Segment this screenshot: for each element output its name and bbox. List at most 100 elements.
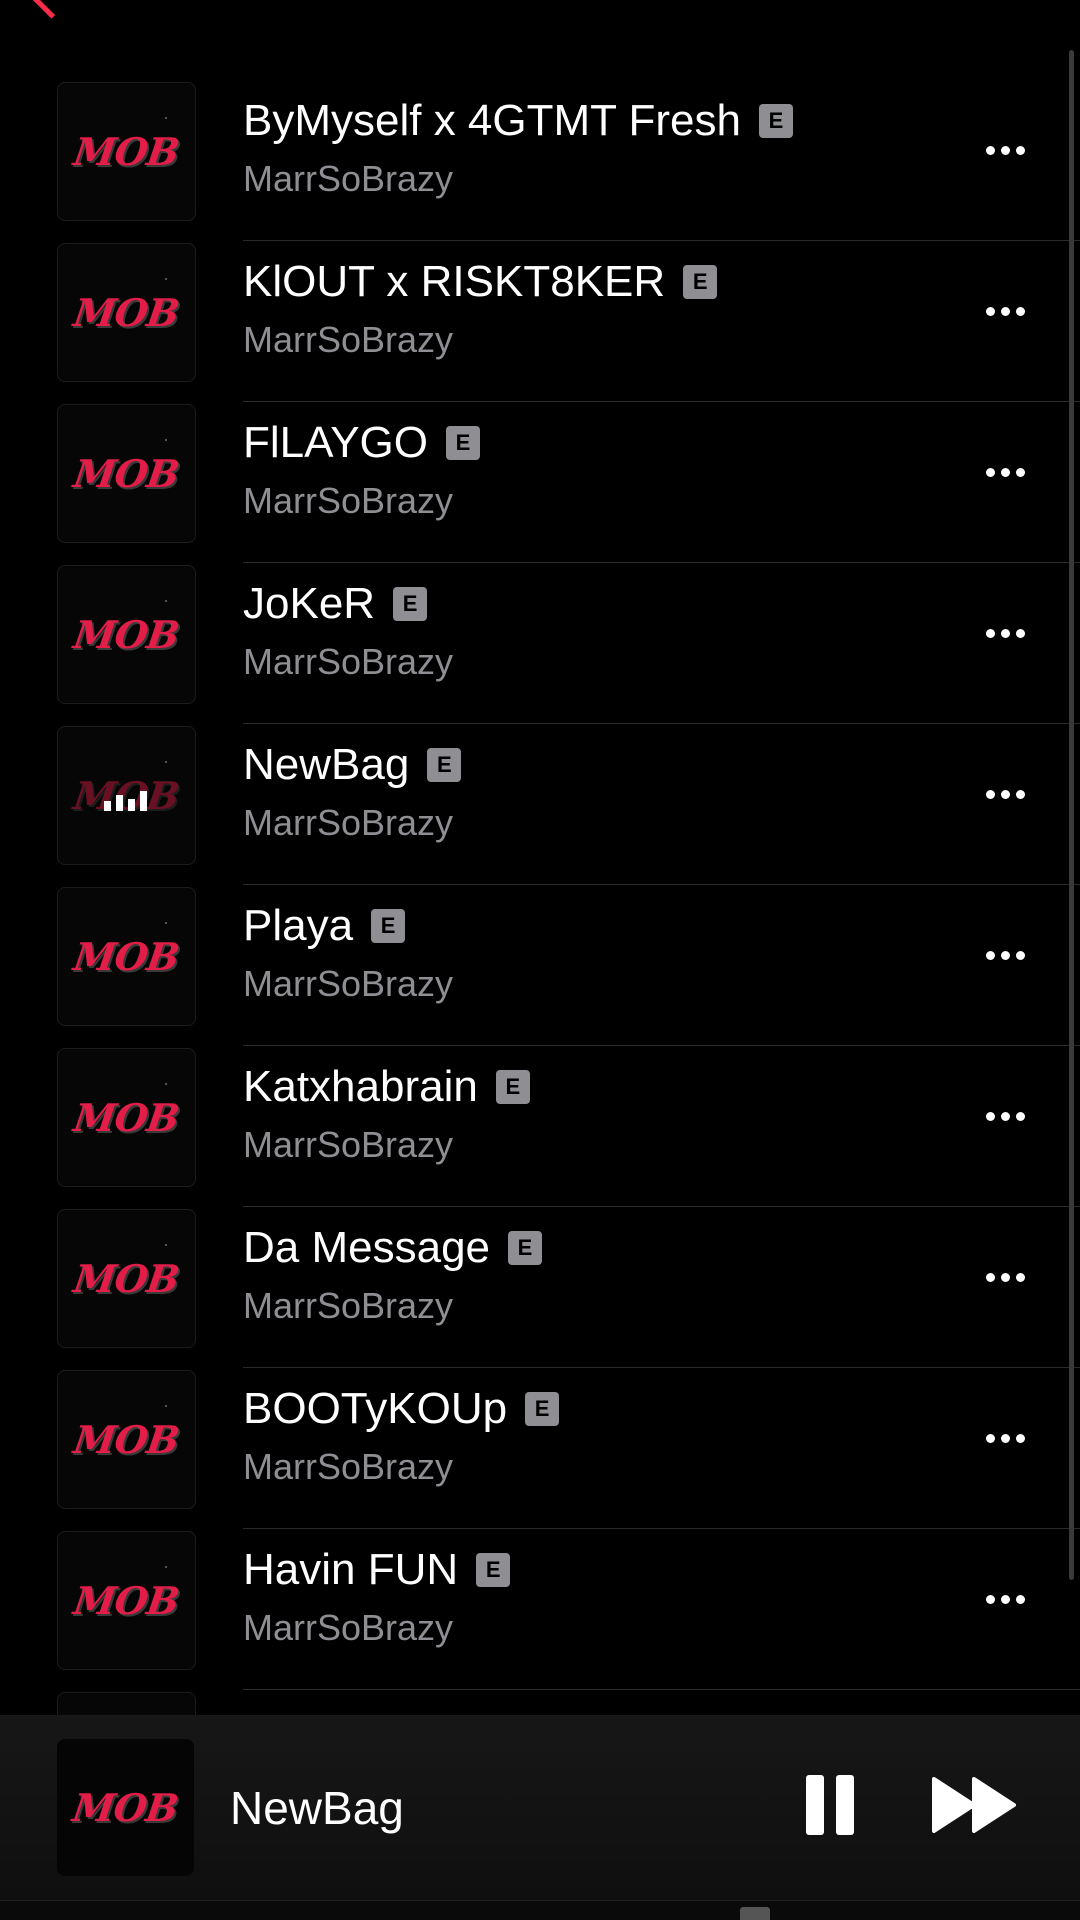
mob-logo-art: MOB <box>71 1417 182 1462</box>
artwork-detail <box>165 600 167 602</box>
track-info: Katxhabrain E MarrSoBrazy <box>243 1056 943 1166</box>
track-title-line: ByMyself x 4GTMT Fresh E <box>243 90 943 152</box>
track-info: Da Message E MarrSoBrazy <box>243 1217 943 1327</box>
header-partial <box>0 0 1080 40</box>
artwork-detail <box>165 117 167 119</box>
track-artwork: MOB <box>57 887 196 1026</box>
ellipsis-icon[interactable] <box>970 452 1040 492</box>
ellipsis-icon[interactable] <box>970 774 1040 814</box>
track-title: BOOTyKOUp <box>243 1384 508 1433</box>
track-row[interactable]: MOB Havin FUN E MarrSoBrazy <box>0 1529 1080 1690</box>
track-info: FlLAYGO E MarrSoBrazy <box>243 412 943 522</box>
track-artwork: MOB <box>57 565 196 704</box>
track-title-line: Playa E <box>243 895 943 957</box>
track-row[interactable]: MOB KlOUT x RISKT8KER E MarrSoBrazy <box>0 241 1080 402</box>
track-title: Katxhabrain <box>243 1062 478 1111</box>
scrollbar[interactable] <box>1069 50 1074 1580</box>
explicit-badge: E <box>508 1231 543 1265</box>
track-artwork: MOB <box>57 1370 196 1509</box>
artwork-detail <box>165 761 167 763</box>
track-artist: MarrSoBrazy <box>243 319 454 360</box>
artwork-detail <box>165 439 167 441</box>
mini-player-title[interactable]: NewBag <box>230 1781 404 1835</box>
mob-logo-art: MOB <box>71 1095 182 1140</box>
now-playing-bars-icon <box>104 787 147 811</box>
artwork-detail <box>165 1566 167 1568</box>
track-info: BOOTyKOUp E MarrSoBrazy <box>243 1378 943 1488</box>
track-title: Havin FUN <box>243 1545 459 1594</box>
track-info: KlOUT x RISKT8KER E MarrSoBrazy <box>243 251 943 361</box>
track-artwork: MOB <box>57 726 196 865</box>
track-artwork: MOB <box>57 1531 196 1670</box>
track-title-line: Havin FUN E <box>243 1539 943 1601</box>
explicit-badge: E <box>393 587 428 621</box>
track-row[interactable]: MOB NewBag E MarrSoBrazy <box>0 724 1080 885</box>
track-artist: MarrSoBrazy <box>243 641 454 682</box>
track-title: ByMyself x 4GTMT Fresh <box>243 96 741 145</box>
artwork-detail <box>165 922 167 924</box>
track-row[interactable]: MOB Playa E MarrSoBrazy <box>0 885 1080 1046</box>
ellipsis-icon[interactable] <box>970 130 1040 170</box>
mini-player[interactable]: MOB NewBag <box>0 1715 1080 1920</box>
tab-bar-partial <box>0 1900 1080 1920</box>
track-artist: MarrSoBrazy <box>243 802 454 843</box>
artwork-detail <box>165 1083 167 1085</box>
track-row-partial[interactable] <box>0 1690 1080 1715</box>
track-row[interactable]: MOB ByMyself x 4GTMT Fresh E MarrSoBrazy <box>0 80 1080 241</box>
fast-forward-icon[interactable] <box>930 1775 1030 1841</box>
track-row[interactable]: MOB BOOTyKOUp E MarrSoBrazy <box>0 1368 1080 1529</box>
track-row[interactable]: MOB FlLAYGO E MarrSoBrazy <box>0 402 1080 563</box>
track-artist: MarrSoBrazy <box>243 963 454 1004</box>
track-title-line: JoKeR E <box>243 573 943 635</box>
artwork-detail <box>165 1405 167 1407</box>
track-title: NewBag <box>243 740 410 789</box>
explicit-badge: E <box>495 1070 530 1104</box>
track-title-line: Da Message E <box>243 1217 943 1279</box>
ellipsis-icon[interactable] <box>970 935 1040 975</box>
mob-logo-art: MOB <box>70 1785 181 1830</box>
track-title: Playa <box>243 901 354 950</box>
track-title: KlOUT x RISKT8KER <box>243 257 666 306</box>
track-row[interactable]: MOB JoKeR E MarrSoBrazy <box>0 563 1080 724</box>
mob-logo-art: MOB <box>71 290 182 335</box>
pause-icon[interactable] <box>800 1775 860 1841</box>
ellipsis-icon[interactable] <box>970 291 1040 331</box>
track-info: Playa E MarrSoBrazy <box>243 895 943 1005</box>
ellipsis-icon[interactable] <box>970 1579 1040 1619</box>
ellipsis-icon[interactable] <box>970 1096 1040 1136</box>
track-list[interactable]: MOB ByMyself x 4GTMT Fresh E MarrSoBrazy MOB… <box>0 80 1080 1715</box>
mob-logo-art: MOB <box>71 1578 182 1623</box>
track-title-line: KlOUT x RISKT8KER E <box>243 251 943 313</box>
ellipsis-icon[interactable] <box>970 1418 1040 1458</box>
track-artist: MarrSoBrazy <box>243 1446 454 1487</box>
track-artwork <box>57 1692 196 1715</box>
ellipsis-icon[interactable] <box>970 613 1040 653</box>
track-artist: MarrSoBrazy <box>243 1285 454 1326</box>
track-artwork: MOB <box>57 82 196 221</box>
track-row[interactable]: MOB Katxhabrain E MarrSoBrazy <box>0 1046 1080 1207</box>
track-artist: MarrSoBrazy <box>243 1607 454 1648</box>
ellipsis-icon[interactable] <box>970 1257 1040 1297</box>
track-title-line: BOOTyKOUp E <box>243 1378 943 1440</box>
artwork-detail <box>165 1244 167 1246</box>
track-info: JoKeR E MarrSoBrazy <box>243 573 943 683</box>
track-title-line: FlLAYGO E <box>243 412 943 474</box>
explicit-badge: E <box>476 1553 511 1587</box>
mob-logo-art: MOB <box>71 1256 182 1301</box>
track-title: Da Message <box>243 1223 491 1272</box>
track-info: NewBag E MarrSoBrazy <box>243 734 943 844</box>
track-row[interactable]: MOB Da Message E MarrSoBrazy <box>0 1207 1080 1368</box>
track-artwork: MOB <box>57 404 196 543</box>
explicit-badge: E <box>371 909 406 943</box>
mob-logo-art: MOB <box>71 612 182 657</box>
back-chevron-icon[interactable] <box>32 0 71 19</box>
track-artwork: MOB <box>57 1209 196 1348</box>
mob-logo-art: MOB <box>71 934 182 979</box>
mini-player-artwork: MOB <box>57 1739 194 1876</box>
track-info: Havin FUN E MarrSoBrazy <box>243 1539 943 1649</box>
track-title: FlLAYGO <box>243 418 429 467</box>
explicit-badge: E <box>446 426 481 460</box>
track-info: ByMyself x 4GTMT Fresh E MarrSoBrazy <box>243 90 943 200</box>
explicit-badge: E <box>427 748 462 782</box>
track-artist: MarrSoBrazy <box>243 480 454 521</box>
